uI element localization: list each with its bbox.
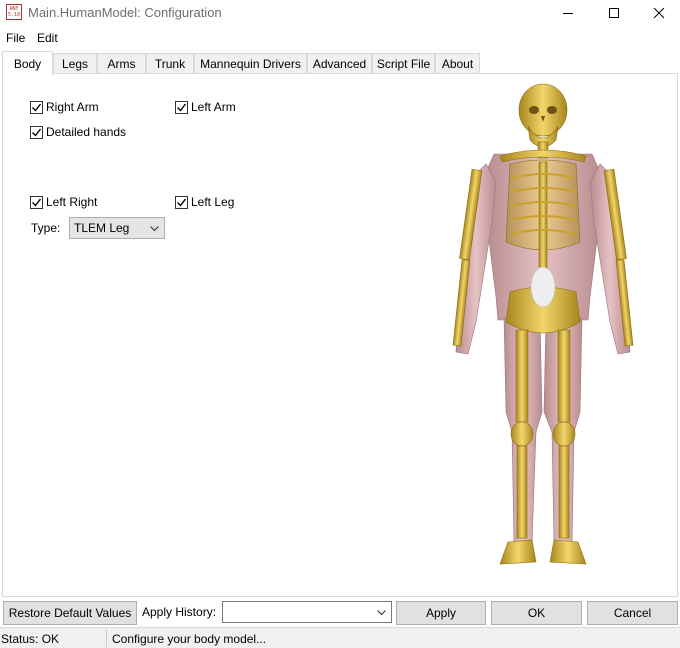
- organ-shape: [530, 266, 556, 308]
- detailed-hands-label: Detailed hands: [46, 125, 127, 139]
- status-divider: [106, 630, 107, 647]
- skeleton-layer: [452, 83, 634, 565]
- tab-strip: Body Legs Arms Trunk Mannequin Drivers A…: [0, 51, 680, 75]
- status-state: Status: OK: [1, 632, 60, 646]
- checkbox-box[interactable]: [175, 195, 188, 209]
- leg-type-value: TLEM Leg: [74, 221, 130, 235]
- apply-button[interactable]: Apply: [396, 601, 486, 625]
- left-right-checkbox[interactable]: Left Right: [30, 195, 97, 209]
- checkmark-icon: [177, 198, 187, 207]
- checkbox-box[interactable]: [30, 100, 43, 114]
- restore-defaults-button[interactable]: Restore Default Values: [3, 601, 137, 625]
- status-bar: Status: OK Configure your body model...: [0, 627, 680, 648]
- human-model-illustration: [452, 83, 634, 565]
- chevron-down-icon: [377, 610, 386, 616]
- checkmark-icon: [32, 198, 42, 207]
- tab-trunk[interactable]: Trunk: [146, 53, 194, 74]
- checkmark-icon: [32, 128, 42, 137]
- chevron-down-icon: [150, 226, 159, 232]
- tab-advanced[interactable]: Advanced: [307, 53, 372, 74]
- ok-button[interactable]: OK: [491, 601, 582, 625]
- tab-legs[interactable]: Legs: [53, 53, 97, 74]
- left-arm-label: Left Arm: [191, 100, 236, 114]
- tab-arms[interactable]: Arms: [97, 53, 146, 74]
- apply-history-select[interactable]: [222, 601, 392, 623]
- apply-history-label: Apply History:: [142, 605, 217, 619]
- minimize-button[interactable]: [545, 0, 591, 26]
- close-button[interactable]: [636, 0, 680, 26]
- menu-edit[interactable]: Edit: [37, 31, 58, 45]
- cancel-button[interactable]: Cancel: [587, 601, 678, 625]
- checkmark-icon: [32, 103, 42, 112]
- left-leg-checkbox[interactable]: Left Leg: [175, 195, 234, 209]
- checkbox-box[interactable]: [30, 125, 43, 139]
- window-title: Main.HumanModel: Configuration: [28, 5, 222, 20]
- title-bar: ANY 5.10 Main.HumanModel: Configuration: [0, 0, 680, 26]
- menu-file[interactable]: File: [6, 31, 25, 45]
- leg-type-select[interactable]: TLEM Leg: [69, 217, 165, 239]
- checkbox-box[interactable]: [175, 100, 188, 114]
- left-leg-label: Left Leg: [191, 195, 235, 209]
- tab-mannequin-drivers[interactable]: Mannequin Drivers: [194, 53, 307, 74]
- tab-body[interactable]: Body: [2, 51, 53, 75]
- tab-script-file[interactable]: Script File: [372, 53, 435, 74]
- left-arm-checkbox[interactable]: Left Arm: [175, 100, 236, 114]
- type-label: Type:: [31, 221, 61, 235]
- checkbox-box[interactable]: [30, 195, 43, 209]
- minimize-icon: [563, 13, 573, 14]
- detailed-hands-checkbox[interactable]: Detailed hands: [30, 125, 126, 139]
- app-logo-icon: ANY 5.10: [6, 4, 22, 20]
- tab-about[interactable]: About: [435, 53, 480, 74]
- maximize-button[interactable]: [591, 0, 637, 26]
- menu-bar: File Edit: [0, 28, 680, 48]
- checkmark-icon: [177, 103, 187, 112]
- close-icon: [653, 7, 665, 19]
- right-arm-label: Right Arm: [46, 100, 99, 114]
- maximize-icon: [609, 8, 619, 18]
- right-arm-checkbox[interactable]: Right Arm: [30, 100, 99, 114]
- status-message: Configure your body model...: [112, 632, 267, 646]
- left-right-label: Left Right: [46, 195, 98, 209]
